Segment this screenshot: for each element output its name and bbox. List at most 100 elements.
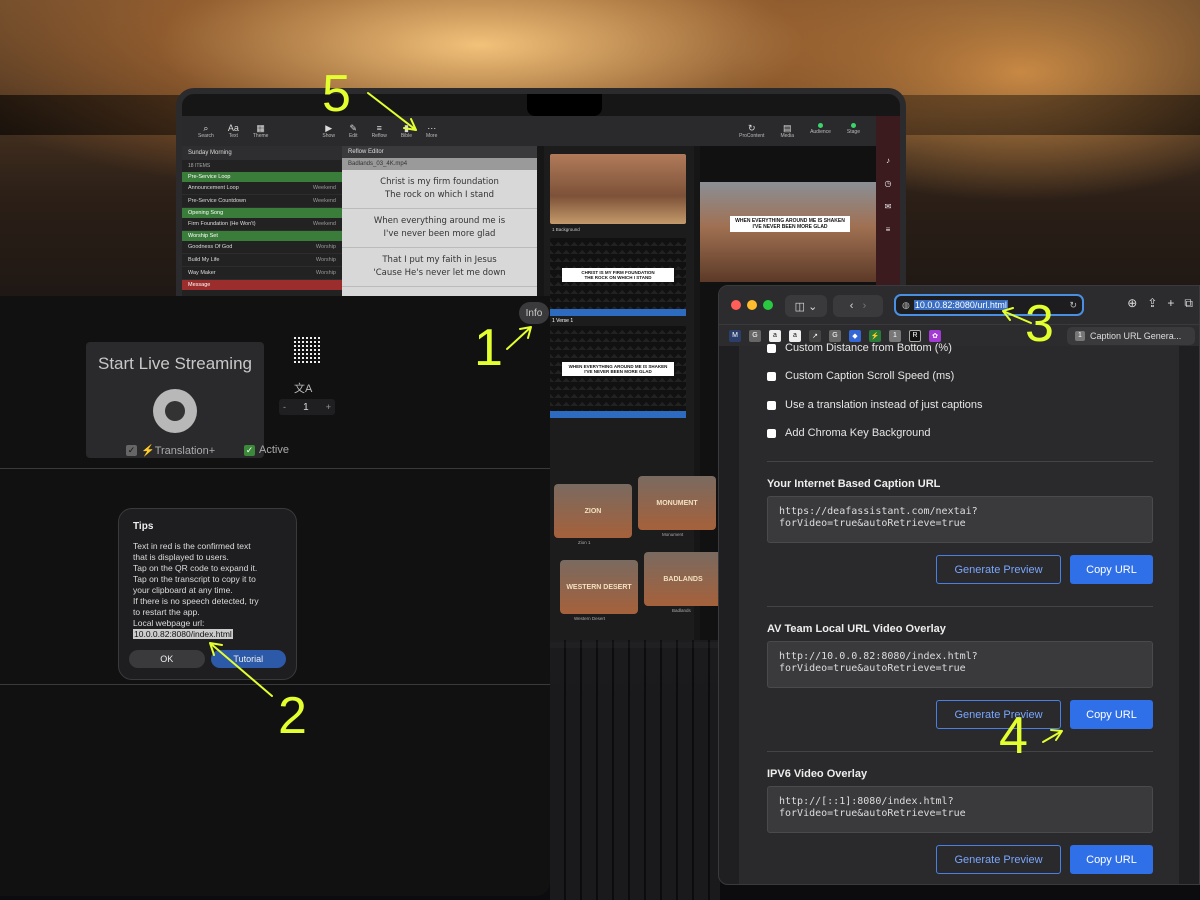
- qr-code[interactable]: [292, 335, 320, 363]
- propresenter-toolbar: ⌕ Search Aa Text ▦ Theme ▶ Show ✎ Edit ≡ Reflo…: [182, 116, 900, 146]
- increment-button[interactable]: +: [326, 402, 331, 412]
- callout-2: 2: [278, 687, 307, 745]
- download-icon[interactable]: ⊕: [1127, 296, 1137, 311]
- slide-text[interactable]: That I put my faith in Jesus 'Cause He's …: [342, 248, 537, 287]
- generate-preview-button[interactable]: Generate Preview: [936, 845, 1061, 874]
- active-checkbox[interactable]: ✓ Active: [244, 444, 289, 456]
- new-tab-icon[interactable]: +: [1167, 296, 1174, 311]
- language-stepper[interactable]: - 1 +: [279, 399, 335, 415]
- sidebar-toggle-button[interactable]: ◫ ⌄: [785, 295, 827, 317]
- reflow-title: Reflow Editor: [342, 146, 537, 158]
- zoom-window-button[interactable]: [763, 300, 773, 310]
- slide-text[interactable]: When everything around me is I've never b…: [342, 209, 537, 248]
- option-translation[interactable]: Use a translation instead of just captio…: [767, 399, 983, 411]
- tips-body: Text in red is the confirmed text that i…: [133, 541, 259, 639]
- message-icon[interactable]: ✉: [885, 202, 892, 211]
- tips-title: Tips: [133, 521, 154, 532]
- favorite-item[interactable]: G: [749, 329, 761, 342]
- toolbar-stage[interactable]: Stage: [847, 123, 860, 139]
- option-chroma-key[interactable]: Add Chroma Key Background: [767, 427, 931, 439]
- ok-button[interactable]: OK: [129, 650, 205, 668]
- edit-icon: ✎: [349, 123, 358, 133]
- toolbar-procontent[interactable]: ↻ ProContent: [739, 123, 764, 139]
- playlist-title[interactable]: Sunday Morning: [182, 146, 342, 160]
- slide-text[interactable]: Christ is my firm foundation The rock on …: [342, 170, 537, 209]
- group-header: Message: [182, 280, 342, 290]
- decrement-button[interactable]: -: [283, 402, 286, 412]
- toolbar-show[interactable]: ▶ Show: [322, 123, 335, 139]
- theme-icon: ▦: [256, 123, 265, 133]
- divider: [767, 751, 1153, 752]
- option-scroll-speed[interactable]: Custom Caption Scroll Speed (ms): [767, 370, 954, 382]
- translate-icon[interactable]: 文A: [294, 380, 318, 398]
- generate-preview-button[interactable]: Generate Preview: [936, 555, 1061, 584]
- local-url-field[interactable]: http://10.0.0.82:8080/index.html? forVide…: [767, 641, 1153, 688]
- list-item[interactable]: Build My Life Worship: [182, 254, 342, 267]
- favorite-item[interactable]: M: [729, 329, 741, 342]
- tutorial-button[interactable]: Tutorial: [210, 650, 286, 668]
- background-thumbnail[interactable]: 1 Background: [550, 154, 686, 232]
- playlist-count: 18 ITEMS: [188, 163, 211, 169]
- stream-title: Start Live Streaming: [97, 354, 252, 373]
- search-icon: ⌕: [203, 123, 209, 133]
- tab-overview-icon[interactable]: ⧉: [1184, 296, 1193, 311]
- favorite-item[interactable]: ◆: [849, 329, 861, 342]
- media-item[interactable]: WESTERN DESERT: [560, 560, 638, 614]
- status-dot: [817, 123, 823, 128]
- favorite-item[interactable]: ⚡: [869, 329, 881, 342]
- group-bar: 1 Verse 1: [550, 309, 686, 324]
- reflow-file: Badlands_03_4K.mp4: [342, 158, 537, 170]
- timer-icon[interactable]: ◷: [885, 179, 892, 188]
- reload-icon[interactable]: ↻: [1069, 300, 1077, 311]
- group-header: Opening Song: [182, 208, 342, 218]
- copy-url-button[interactable]: Copy URL: [1070, 555, 1153, 584]
- toolbar-bible[interactable]: ▮ Bible: [401, 123, 412, 139]
- local-url-link[interactable]: 10.0.0.82:8080/index.html: [133, 629, 233, 639]
- info-button[interactable]: Info: [519, 302, 549, 324]
- forward-icon[interactable]: ›: [863, 300, 867, 312]
- back-icon[interactable]: ‹: [850, 300, 854, 312]
- close-window-button[interactable]: [731, 300, 741, 310]
- copy-url-button[interactable]: Copy URL: [1070, 700, 1153, 729]
- list-item[interactable]: Way Maker Worship: [182, 267, 342, 280]
- section-title: Your Internet Based Caption URL: [767, 478, 941, 490]
- address-bar[interactable]: ◍ 10.0.0.82:8080/url.html ↻: [894, 294, 1084, 316]
- toolbar-theme[interactable]: ▦ Theme: [253, 123, 269, 139]
- ipv6-url-field[interactable]: http://[::1]:8080/index.html? forVideo=tr…: [767, 786, 1153, 833]
- start-streaming-button[interactable]: Start Live Streaming: [86, 342, 264, 458]
- favorite-item[interactable]: ↗: [809, 329, 821, 342]
- music-icon[interactable]: ♪: [886, 156, 890, 165]
- favorite-item[interactable]: R: [909, 329, 921, 342]
- toolbar-edit[interactable]: ✎ Edit: [349, 123, 358, 139]
- translation-checkbox[interactable]: ✓ ⚡Translation+: [126, 444, 215, 457]
- toolbar-text[interactable]: Aa Text: [228, 123, 239, 139]
- list-item[interactable]: Goodness Of God Worship: [182, 241, 342, 254]
- slide-thumbnail[interactable]: WHEN EVERYTHING AROUND ME IS SHAKEN I'VE …: [550, 326, 686, 418]
- active-tab[interactable]: 1 Caption URL Genera...: [1067, 326, 1195, 345]
- media-item[interactable]: ZION: [554, 484, 632, 538]
- minimize-window-button[interactable]: [747, 300, 757, 310]
- menu-icon[interactable]: ≡: [886, 225, 891, 234]
- toolbar-audience[interactable]: Audience: [810, 123, 831, 139]
- favorite-item[interactable]: 1: [889, 329, 901, 342]
- favorite-item[interactable]: a: [769, 329, 781, 342]
- toolbar-search[interactable]: ⌕ Search: [198, 123, 214, 139]
- option-distance[interactable]: Custom Distance from Bottom (%): [767, 342, 952, 354]
- laptop-keyboard: [550, 640, 720, 900]
- slide-thumbnail[interactable]: CHRIST IS MY FIRM FOUNDATION THE ROCK ON …: [550, 238, 686, 324]
- favorite-item[interactable]: ✿: [929, 329, 941, 342]
- toolbar-reflow[interactable]: ≡ Reflow: [372, 123, 387, 139]
- favorite-item[interactable]: G: [829, 329, 841, 342]
- lower-third: WHEN EVERYTHING AROUND ME IS SHAKEN I'VE …: [562, 362, 674, 376]
- media-item[interactable]: BADLANDS: [644, 552, 722, 606]
- toolbar-media[interactable]: ▤ Media: [780, 123, 794, 139]
- toolbar-more[interactable]: ⋯ More: [426, 123, 437, 139]
- copy-url-button[interactable]: Copy URL: [1070, 845, 1153, 874]
- list-item[interactable]: Firm Foundation (He Won't) Weekend: [182, 218, 342, 231]
- media-item[interactable]: MONUMENT: [638, 476, 716, 530]
- share-icon[interactable]: ⇪: [1147, 296, 1157, 311]
- caption-url-field[interactable]: https://deafassistant.com/nextai? forVide…: [767, 496, 1153, 543]
- favorite-item[interactable]: a: [789, 329, 801, 342]
- list-item[interactable]: Announcement Loop Weekend: [182, 182, 342, 195]
- list-item[interactable]: Pre-Service Countdown Weekend: [182, 195, 342, 208]
